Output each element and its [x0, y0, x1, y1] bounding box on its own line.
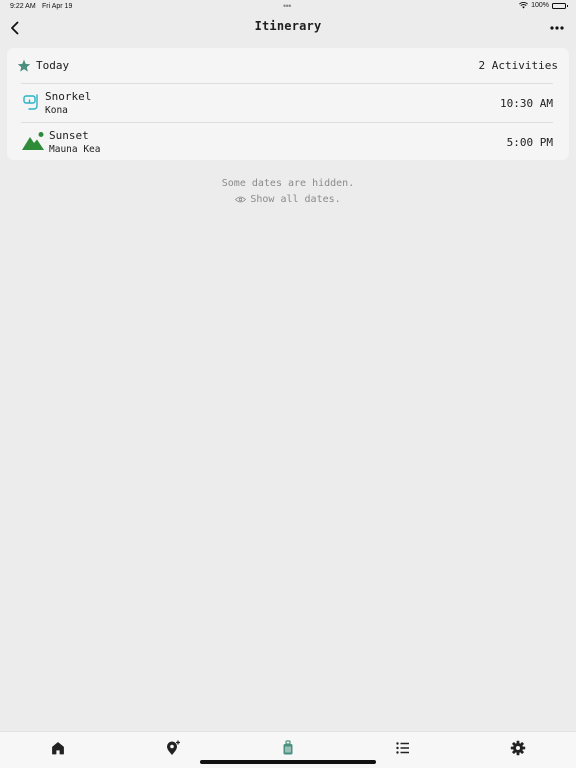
eye-icon — [235, 196, 247, 203]
more-button[interactable] — [548, 19, 566, 37]
multitasking-dots[interactable]: ••• — [283, 1, 291, 11]
activity-time: 10:30 AM — [500, 97, 553, 110]
section-header[interactable]: Today 2 Activities — [7, 48, 569, 84]
star-icon — [17, 59, 31, 72]
nav-bar: Itinerary — [0, 14, 576, 42]
status-bar: 9:22 AM Fri Apr 19 ••• 100% — [0, 0, 576, 14]
activity-location: Kona — [45, 105, 68, 116]
house-icon — [52, 742, 64, 755]
activity-time: 5:00 PM — [506, 136, 553, 149]
gear-icon — [510, 740, 526, 756]
suitcase-icon — [283, 740, 293, 755]
status-time: 9:22 AM — [10, 3, 36, 10]
section-title: Today — [36, 59, 70, 72]
battery-percent: 100% — [531, 2, 549, 9]
tab-settings[interactable] — [510, 740, 526, 756]
activity-row-sunset[interactable]: Sunset Mauna Kea 5:00 PM — [7, 123, 569, 161]
activity-count: 2 Activities — [478, 59, 558, 72]
list-icon — [396, 742, 409, 754]
snorkel-mask-icon — [23, 94, 38, 110]
activity-name: Sunset — [49, 129, 89, 142]
home-indicator[interactable] — [200, 760, 376, 764]
status-date: Fri Apr 19 — [42, 3, 73, 10]
activity-location: Mauna Kea — [49, 144, 101, 155]
hidden-dates-message: Some dates are hidden. — [221, 178, 355, 189]
tab-itinerary[interactable] — [280, 740, 296, 756]
tab-add-place[interactable] — [165, 740, 181, 756]
status-right: 100% — [519, 2, 568, 9]
battery-icon — [552, 2, 568, 9]
show-all-dates-label: Show all dates. — [250, 194, 341, 205]
ellipsis-icon — [550, 26, 564, 30]
page-title: Itinerary — [254, 19, 322, 33]
activity-row-snorkel[interactable]: Snorkel Kona 10:30 AM — [7, 84, 569, 122]
tab-home[interactable] — [50, 740, 66, 756]
today-card: Today 2 Activities Snorkel Kona 10:30 AM… — [7, 48, 569, 160]
show-all-dates-link[interactable]: Show all dates. — [0, 194, 576, 205]
map-pin-plus-icon — [167, 740, 180, 755]
wifi-icon — [519, 2, 529, 9]
mountain-sun-icon — [22, 132, 44, 150]
activity-name: Snorkel — [45, 90, 92, 103]
tab-list[interactable] — [395, 740, 411, 756]
